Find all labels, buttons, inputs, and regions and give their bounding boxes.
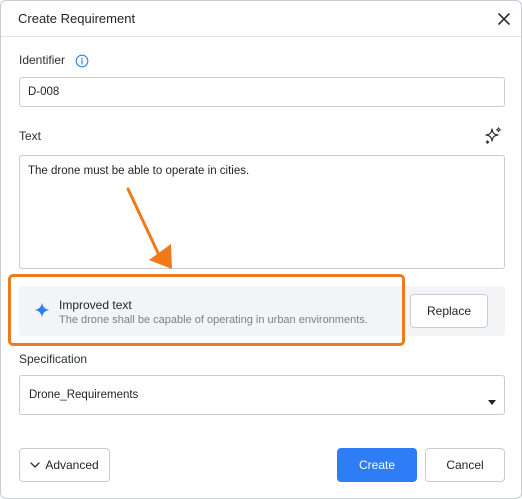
create-button[interactable]: Create (337, 448, 417, 482)
chevron-down-icon (30, 458, 40, 472)
dialog-title: Create Requirement (18, 11, 136, 26)
dialog-header: Create Requirement (1, 1, 521, 37)
text-textarea[interactable]: The drone must be able to operate in cit… (19, 155, 505, 269)
identifier-label: Identifier (19, 53, 66, 67)
text-label: Text (19, 129, 42, 143)
specification-value: Drone_Requirements (29, 389, 139, 401)
specification-select[interactable]: Drone_Requirements (19, 375, 505, 415)
annotation-highlight-box (8, 274, 405, 346)
sparkle-icon[interactable] (483, 126, 503, 146)
specification-label: Specification (19, 352, 88, 366)
caret-down-icon (488, 393, 496, 405)
advanced-button[interactable]: Advanced (19, 448, 110, 482)
cancel-button[interactable]: Cancel (425, 448, 505, 482)
advanced-label: Advanced (45, 458, 99, 472)
create-requirement-dialog: Create Requirement Identifier Text The d… (0, 0, 522, 499)
close-icon[interactable] (495, 10, 513, 28)
identifier-input[interactable] (19, 77, 505, 107)
info-icon[interactable] (75, 54, 89, 68)
replace-button[interactable]: Replace (410, 294, 488, 328)
